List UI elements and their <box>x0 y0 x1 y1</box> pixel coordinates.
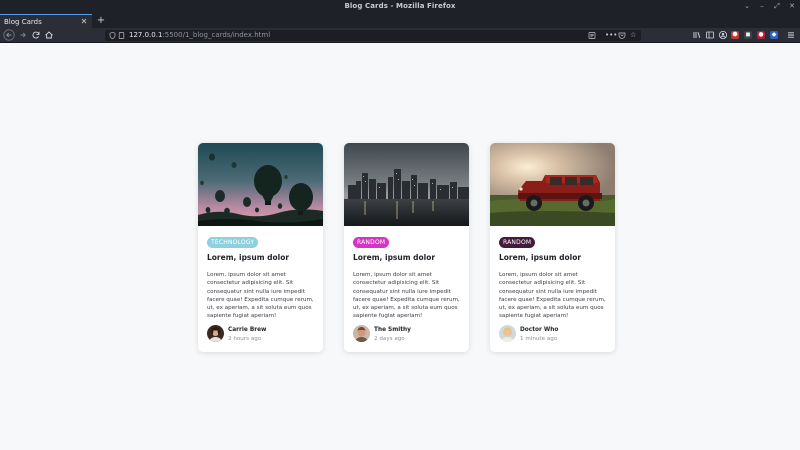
avatar <box>499 325 516 342</box>
post-time: 2 hours ago <box>228 336 262 342</box>
extension-icon[interactable]: ◼ <box>744 31 752 39</box>
shield-icon[interactable] <box>109 30 116 45</box>
extension-icon[interactable]: ◆ <box>770 31 778 39</box>
tab-blog-cards[interactable]: Blog Cards ✕ <box>0 14 92 28</box>
navigation-toolbar: 127.0.0.1:5500/1_blog_cards/index.html •… <box>0 28 800 43</box>
blog-card[interactable]: TECHNOLOGY Lorem, ipsum dolor Lorem, ips… <box>198 143 323 352</box>
card-title[interactable]: Lorem, ipsum dolor <box>499 253 581 262</box>
author-name[interactable]: Carrie Brew <box>228 327 266 333</box>
card-body: Lorem, ipsum dolor sit amet consectetur … <box>499 272 606 320</box>
avatar <box>207 325 224 342</box>
red-jeep-image <box>490 143 615 226</box>
page-icon[interactable] <box>118 30 125 45</box>
home-icon[interactable] <box>43 29 55 41</box>
back-icon[interactable] <box>3 29 15 41</box>
post-time: 2 days ago <box>374 336 405 342</box>
tab-strip: Blog Cards ✕ + <box>0 14 800 28</box>
new-tab-icon[interactable]: + <box>95 14 107 28</box>
forward-icon[interactable] <box>17 29 29 41</box>
window-settings-icon[interactable]: ⌄ <box>743 2 751 11</box>
url-host: 127.0.0.1 <box>129 31 163 39</box>
blog-card[interactable]: RANDOM Lorem, ipsum dolor Lorem, ipsum d… <box>344 143 469 352</box>
extension-icon[interactable]: ⬢ <box>731 31 739 39</box>
window-controls: ⌄ – ⤢ ✕ <box>743 2 796 11</box>
card-body: Lorem, ipsum dolor sit amet consectetur … <box>207 272 314 320</box>
hot-air-balloons-image <box>198 143 323 226</box>
author-name[interactable]: Doctor Who <box>520 327 558 333</box>
url-text[interactable]: 127.0.0.1:5500/1_blog_cards/index.html <box>129 30 270 41</box>
author-name[interactable]: The Smithy <box>374 327 411 333</box>
minimize-icon[interactable]: – <box>758 2 766 11</box>
close-icon[interactable]: ✕ <box>80 17 88 26</box>
sidebar-icon[interactable] <box>704 29 716 41</box>
pocket-icon[interactable] <box>618 30 626 45</box>
reader-view-icon[interactable] <box>588 30 596 45</box>
tag-badge[interactable]: TECHNOLOGY <box>207 237 259 248</box>
avatar <box>353 325 370 342</box>
library-icon[interactable] <box>691 29 703 41</box>
window-close-icon[interactable]: ✕ <box>788 2 796 11</box>
city-skyline-image <box>344 143 469 226</box>
tag-badge[interactable]: RANDOM <box>499 237 536 248</box>
menu-icon[interactable] <box>785 29 797 41</box>
url-bar[interactable]: 127.0.0.1:5500/1_blog_cards/index.html •… <box>105 30 641 41</box>
card-title[interactable]: Lorem, ipsum dolor <box>353 253 435 262</box>
window-titlebar: Blog Cards - Mozilla Firefox ⌄ – ⤢ ✕ <box>0 0 800 14</box>
post-time: 1 minute ago <box>520 336 558 342</box>
account-icon[interactable] <box>717 29 729 41</box>
bookmark-star-icon[interactable]: ☆ <box>630 30 636 41</box>
tab-label: Blog Cards <box>4 17 42 26</box>
url-path: :5500/1_blog_cards/index.html <box>162 31 271 39</box>
maximize-icon[interactable]: ⤢ <box>773 2 781 11</box>
extension-icon[interactable]: ● <box>757 31 765 39</box>
reload-icon[interactable] <box>30 29 42 41</box>
window-title: Blog Cards - Mozilla Firefox <box>344 2 456 10</box>
card-title[interactable]: Lorem, ipsum dolor <box>207 253 289 262</box>
blog-card[interactable]: RANDOM Lorem, ipsum dolor Lorem, ipsum d… <box>490 143 615 352</box>
card-body: Lorem, ipsum dolor sit amet consectetur … <box>353 272 460 320</box>
tag-badge[interactable]: RANDOM <box>353 237 390 248</box>
more-icon[interactable]: ••• <box>605 30 617 41</box>
